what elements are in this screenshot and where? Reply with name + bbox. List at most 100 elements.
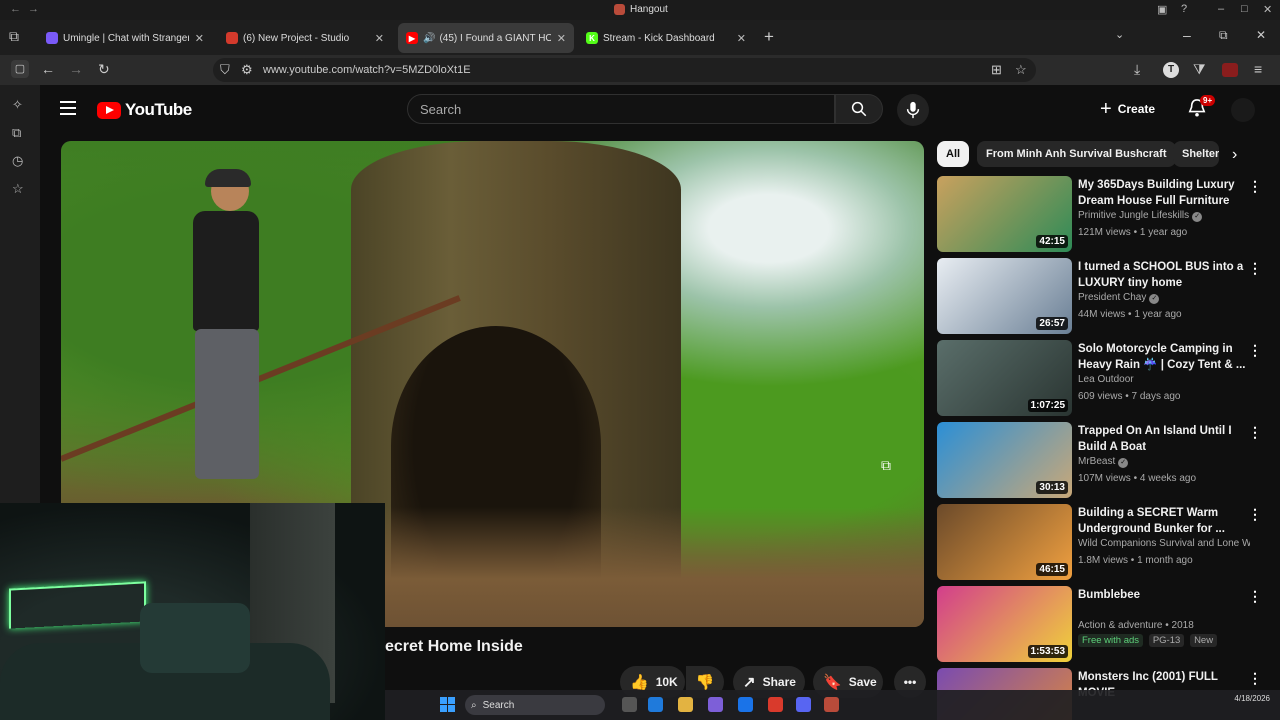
ai-sparkle-icon[interactable]: ✧ (12, 97, 23, 113)
forward-arrow-icon[interactable]: → (28, 3, 39, 15)
minimize-icon[interactable]: – (1218, 3, 1224, 15)
file-explorer-icon[interactable] (678, 697, 693, 712)
recommendation-item[interactable]: 30:13 Trapped On An Island Until I Build… (937, 422, 1272, 500)
miniplayer-icon[interactable]: ⧉ (881, 457, 903, 475)
extension-badge-icon[interactable] (1222, 63, 1238, 77)
opera-icon[interactable] (768, 697, 783, 712)
back-icon[interactable]: ← (41, 61, 55, 77)
more-vert-icon[interactable]: ⋮ (1248, 342, 1262, 359)
video-thumbnail[interactable]: 26:57 (937, 258, 1072, 334)
collections-icon[interactable]: ⧉ (12, 125, 21, 141)
favorites-star-icon[interactable]: ☆ (12, 181, 24, 197)
tab-close-icon[interactable]: ✕ (195, 32, 204, 45)
tab-close-icon[interactable]: ✕ (375, 32, 384, 45)
account-avatar[interactable] (1231, 98, 1255, 122)
search-input[interactable] (408, 95, 834, 123)
voice-search-button[interactable] (897, 94, 929, 126)
person-figure (181, 169, 276, 501)
tab-studio[interactable]: (6) New Project - Studio ✕ (218, 23, 392, 53)
channel-name[interactable]: MrBeast ✓ (1078, 456, 1250, 468)
chip-shelter[interactable]: Shelter (1173, 141, 1219, 167)
more-vert-icon[interactable]: ⋮ (1248, 260, 1262, 277)
video-thumbnail[interactable]: 1:07:25 (937, 340, 1072, 416)
create-button[interactable]: + Create (1100, 94, 1155, 124)
recommendation-item[interactable]: 42:15 My 365Days Building Luxury Dream H… (937, 176, 1272, 254)
taskbar-search[interactable]: ⌕ Search (465, 695, 605, 715)
video-thumbnail[interactable]: 30:13 (937, 422, 1072, 498)
bookmark-star-icon[interactable]: ☆ (1015, 62, 1027, 78)
hamburger-menu-icon[interactable] (60, 101, 76, 115)
more-vert-icon[interactable]: ⋮ (1248, 424, 1262, 441)
url-field[interactable]: ⛉ ⚙ www.youtube.com/watch?v=5MZD0loXt1E … (213, 58, 1036, 82)
bookmark-icon: 🔖 (823, 674, 842, 691)
kick-favicon-icon: K (586, 32, 598, 44)
windows-start-icon[interactable] (440, 697, 455, 712)
tab-kick[interactable]: K Stream - Kick Dashboard ✕ (578, 23, 754, 53)
menu-icon[interactable]: ≡ (1254, 61, 1262, 77)
hangout-app-icon[interactable] (824, 697, 839, 712)
extensions-icon[interactable]: ⧩ (1193, 61, 1206, 78)
sidebar-toggle-icon[interactable]: ▢ (11, 60, 29, 78)
channel-name[interactable]: Wild Companions Survival and Lone Wo... (1078, 538, 1250, 549)
recommendation-item[interactable]: 1:53:53 Bumblebee Action & adventure • 2… (937, 586, 1272, 664)
tab-list-chevron-icon[interactable]: ⌄ (1115, 28, 1124, 41)
led-light-strip (9, 581, 146, 629)
thumbs-down-icon: 👎 (695, 674, 715, 691)
verified-check-icon: ✓ (1149, 294, 1160, 304)
reload-icon[interactable]: ↻ (98, 61, 110, 78)
download-icon[interactable]: ⤓ (1134, 61, 1140, 78)
recommendation-item[interactable]: 1:07:25 Solo Motorcycle Camping in Heavy… (937, 340, 1272, 418)
discord-icon[interactable] (796, 697, 811, 712)
video-thumbnail[interactable]: 46:15 (937, 504, 1072, 580)
close-icon[interactable]: ✕ (1263, 3, 1272, 16)
channel-name[interactable]: Primitive Jungle Lifeskills ✓ (1078, 210, 1250, 222)
mail-icon[interactable] (738, 697, 753, 712)
tab-close-icon[interactable]: ✕ (557, 32, 566, 45)
tab-umingle[interactable]: Umingle | Chat with Strangers I ✕ (38, 23, 212, 53)
youtube-favicon-icon: ▶ (406, 32, 418, 44)
back-arrow-icon[interactable]: ← (10, 3, 21, 15)
notifications-button[interactable]: 9+ (1188, 95, 1216, 120)
edge-icon[interactable] (648, 697, 663, 712)
more-vert-icon[interactable]: ⋮ (1248, 588, 1262, 605)
copilot-icon[interactable] (708, 697, 723, 712)
movie-thumbnail[interactable]: 1:53:53 (937, 586, 1072, 662)
minimize-icon[interactable]: – (1183, 27, 1191, 43)
chip-all[interactable]: All (937, 141, 970, 167)
microphone-icon (906, 101, 920, 119)
chip-from-channel[interactable]: From Minh Anh Survival Bushcraft (977, 141, 1176, 167)
restore-icon[interactable]: ⧉ (1219, 28, 1228, 43)
more-vert-icon[interactable]: ⋮ (1248, 506, 1262, 523)
task-view-icon[interactable] (622, 697, 637, 712)
youtube-logo[interactable]: YouTube (97, 100, 192, 120)
recommendation-item[interactable]: 26:57 I turned a SCHOOL BUS into a LUXUR… (937, 258, 1272, 336)
tab-youtube[interactable]: ▶ 🔊 (45) I Found a GIANT HOLL ✕ (398, 23, 574, 53)
help-icon[interactable]: ? (1181, 3, 1187, 15)
new-tab-icon[interactable]: + (764, 27, 774, 47)
screen-icon[interactable]: ▣ (1157, 3, 1167, 16)
tune-icon[interactable]: ⚙ (241, 62, 253, 78)
more-vert-icon[interactable]: ⋮ (1248, 178, 1262, 195)
recommendation-item[interactable]: 46:15 Building a SECRET Warm Underground… (937, 504, 1272, 582)
channel-name[interactable]: Lea Outdoor (1078, 374, 1250, 385)
studio-favicon-icon (226, 32, 238, 44)
search-box[interactable] (407, 94, 835, 124)
webcam-overlay (0, 503, 385, 720)
chevron-right-icon[interactable]: › (1232, 146, 1237, 164)
video-thumbnail[interactable]: 42:15 (937, 176, 1072, 252)
forward-icon[interactable]: → (69, 61, 83, 77)
tab-actions-icon[interactable]: ⧉ (9, 28, 19, 45)
install-app-icon[interactable]: ⊞ (991, 62, 1002, 78)
video-title: ecret Home Inside (385, 638, 523, 655)
speaker-icon[interactable]: 🔊 (423, 33, 435, 44)
channel-name[interactable]: President Chay ✓ (1078, 292, 1250, 304)
tab-close-icon[interactable]: ✕ (737, 32, 746, 45)
profile-icon[interactable]: T (1163, 62, 1179, 78)
maximize-icon[interactable]: □ (1241, 3, 1248, 15)
movie-tags: Free with ads PG-13 New (1078, 634, 1220, 647)
search-button[interactable] (835, 94, 883, 124)
history-icon[interactable]: ◷ (12, 153, 23, 169)
close-window-icon[interactable]: ✕ (1256, 28, 1266, 42)
more-vert-icon[interactable]: ⋮ (1248, 670, 1262, 687)
site-info-shield-icon[interactable]: ⛉ (220, 62, 230, 78)
